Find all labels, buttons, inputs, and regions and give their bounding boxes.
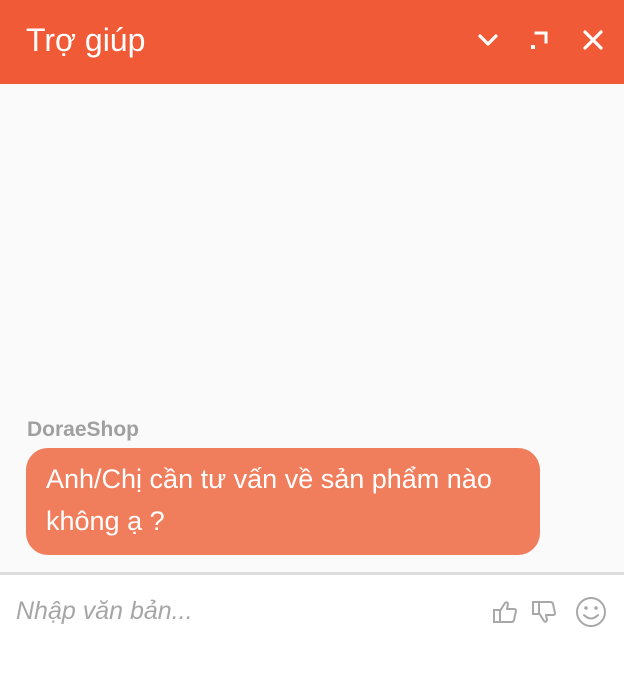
chat-title: Trợ giúp bbox=[26, 22, 146, 58]
thumbs-down-icon bbox=[532, 601, 556, 623]
like-button[interactable] bbox=[488, 595, 522, 629]
emoji-button[interactable] bbox=[574, 595, 608, 629]
chat-header: Trợ giúp bbox=[0, 0, 624, 84]
dislike-button[interactable] bbox=[527, 595, 561, 629]
chat-widget: Trợ giúp DoraeShop Anh/Chị cần tư vấn về… bbox=[0, 0, 624, 680]
thumbs-up-icon bbox=[493, 601, 517, 623]
close-button[interactable] bbox=[577, 24, 609, 56]
message-input[interactable] bbox=[16, 591, 476, 631]
message-bubble: Anh/Chị cần tư vấn về sản phẩm nào không… bbox=[26, 448, 540, 555]
chevron-down-icon bbox=[478, 34, 498, 46]
message-sender: DoraeShop bbox=[27, 418, 140, 441]
message-list[interactable]: DoraeShop Anh/Chị cần tư vấn về sản phẩm… bbox=[0, 84, 624, 572]
expand-icon bbox=[531, 31, 548, 49]
composer bbox=[0, 575, 624, 680]
expand-button[interactable] bbox=[523, 24, 555, 56]
emoji-icon bbox=[576, 597, 606, 627]
close-icon bbox=[583, 30, 603, 50]
minimize-button[interactable] bbox=[472, 24, 504, 56]
